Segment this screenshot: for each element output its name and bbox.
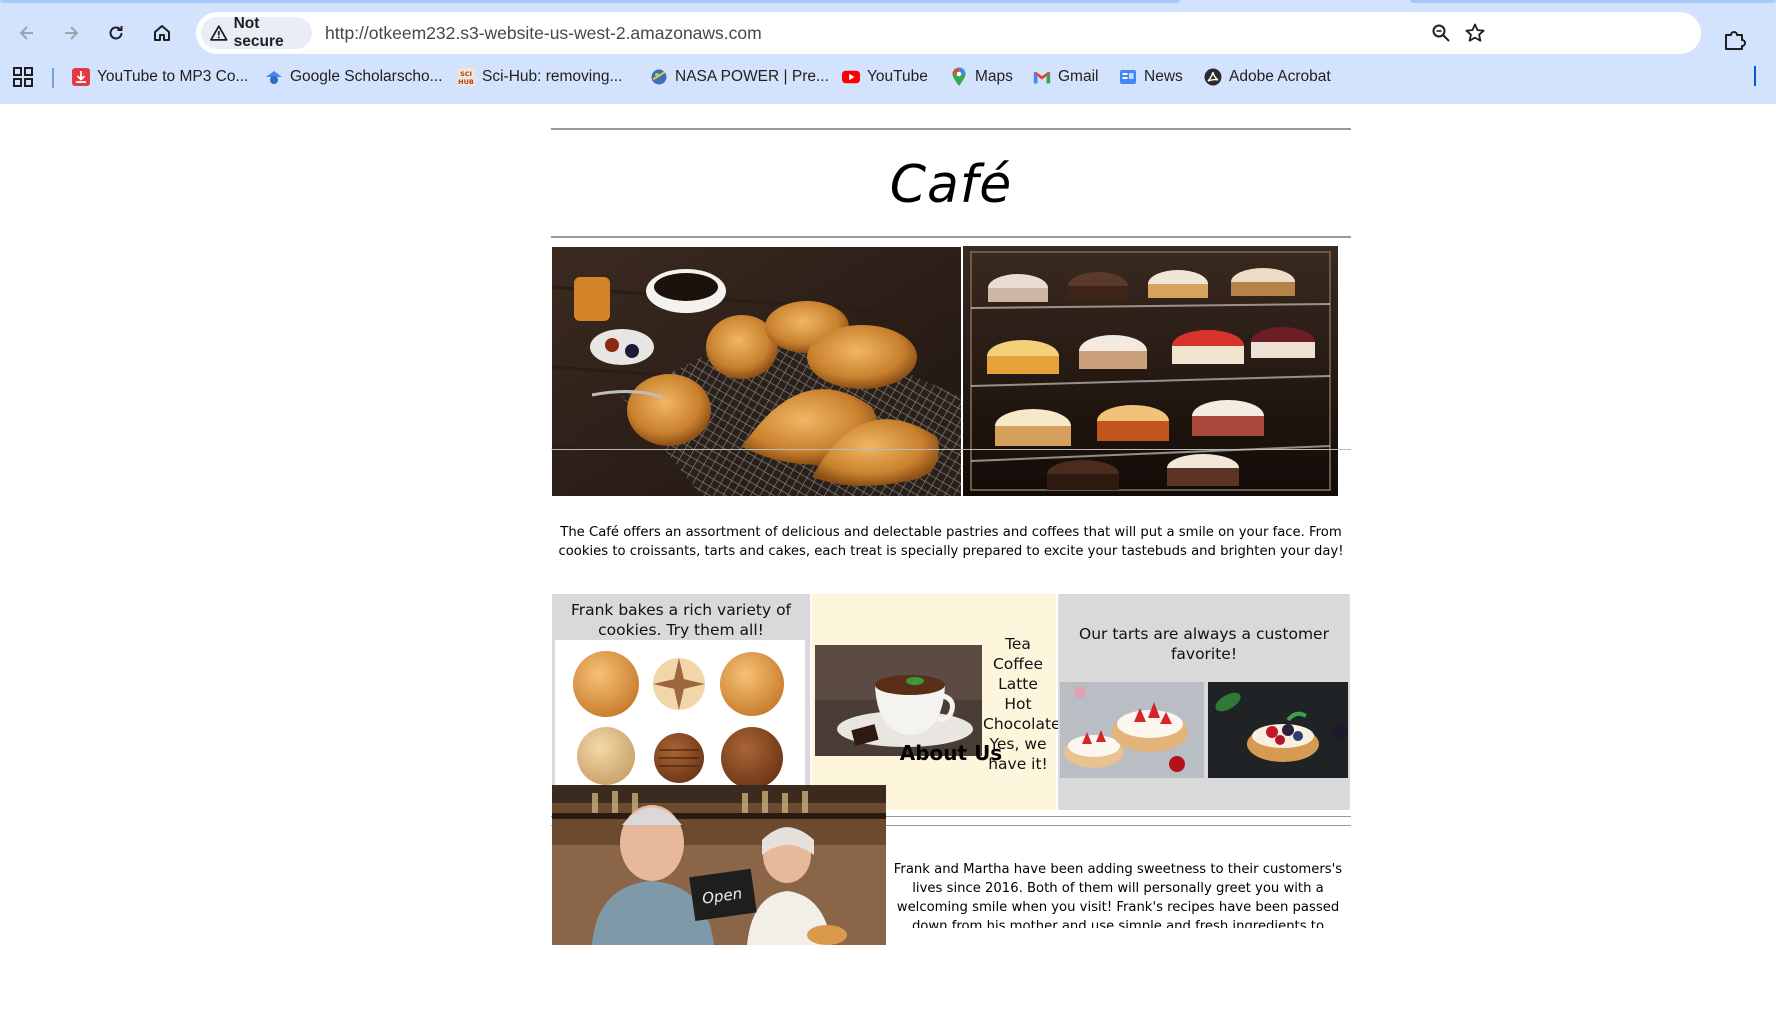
about-paragraph: Frank and Martha have been adding sweetn… — [893, 862, 1343, 928]
title-divider — [551, 236, 1351, 238]
cookies-card: Frank bakes a rich variety of cookies. T… — [552, 594, 810, 810]
drink-item: Latte — [998, 675, 1038, 693]
drink-item: Hot — [1004, 695, 1032, 713]
acrobat-icon — [1204, 68, 1222, 86]
browser-chrome: Not secure http://otkeem232.s3-website-u… — [0, 0, 1776, 104]
bookmark-youtube-to-mp3[interactable]: YouTube to MP3 Co... — [72, 59, 248, 95]
top-divider — [551, 128, 1351, 130]
bookmark-label: Gmail — [1058, 68, 1099, 85]
toolbar: Not secure http://otkeem232.s3-website-u… — [0, 11, 1776, 55]
forward-arrow-icon — [65, 26, 79, 40]
home-button[interactable] — [145, 16, 179, 50]
news-icon — [1119, 68, 1137, 86]
maps-icon — [950, 67, 968, 86]
security-label: Not secure — [233, 15, 284, 50]
reload-button[interactable] — [99, 16, 133, 50]
tarts-caption: Our tarts are always a customer favorite… — [1079, 625, 1329, 663]
scholar-icon — [265, 68, 283, 86]
home-icon — [154, 25, 170, 41]
apps-button[interactable] — [13, 67, 33, 87]
site-info-chip[interactable]: Not secure — [201, 15, 312, 50]
drink-item: Coffee — [992, 655, 1044, 673]
gmail-icon — [1033, 68, 1051, 86]
about-heading: About Us — [899, 741, 1003, 765]
web-page: Café The Café offers an assortment of de… — [0, 104, 1776, 1034]
url-text[interactable]: http://otkeem232.s3-website-us-west-2.am… — [325, 23, 762, 44]
svg-text:HUB: HUB — [458, 78, 474, 86]
apps-grid-icon — [13, 67, 33, 87]
inactive-tab-edge[interactable] — [1410, 0, 1776, 3]
bookmarks-separator — [52, 68, 54, 88]
bookmark-label: News — [1144, 68, 1183, 85]
bookmark-label: Sci-Hub: removing... — [482, 68, 623, 85]
scihub-icon: SCI HUB — [457, 68, 475, 86]
intro-paragraph: The Café offers an assortment of delicio… — [558, 525, 1344, 559]
owners-photo: Open — [552, 785, 886, 945]
page-title: Café — [889, 155, 1013, 215]
bookmark-label: YouTube — [867, 68, 928, 85]
download-icon — [72, 68, 90, 86]
back-button[interactable] — [10, 16, 44, 50]
bookmark-label: Google Scholarscho... — [290, 68, 443, 85]
bookmark-nasa-power[interactable]: NASA POWER | Pre... — [650, 59, 829, 95]
drinks-card: Tea Coffee Latte Hot Chocolate Yes, we h… — [812, 594, 1061, 810]
feature-grid: Frank bakes a rich variety of cookies. T… — [551, 593, 1351, 811]
bookmark-label: NASA POWER | Pre... — [675, 68, 829, 85]
zoom-icon — [1432, 24, 1450, 42]
star-icon — [1465, 23, 1485, 42]
bookmarks-overflow-marker — [1754, 66, 1756, 86]
nasa-icon — [650, 68, 668, 86]
bookmark-gmail[interactable]: Gmail — [1033, 59, 1098, 95]
bookmark-label: Adobe Acrobat — [1229, 68, 1331, 85]
tab-strip — [0, 0, 1776, 11]
bookmark-maps[interactable]: Maps — [950, 59, 1013, 95]
bookmark-youtube[interactable]: YouTube — [842, 59, 928, 95]
cake-display-photo — [963, 246, 1338, 496]
bookmark-google-scholar[interactable]: Google Scholarscho... — [265, 59, 443, 95]
svg-text:SCI: SCI — [460, 70, 472, 78]
drink-item: Chocolate — [983, 715, 1061, 733]
bookmark-label: Maps — [975, 68, 1013, 85]
hero-divider — [551, 449, 1351, 450]
bookmark-label: YouTube to MP3 Co... — [97, 68, 249, 85]
puzzle-icon — [1725, 31, 1746, 50]
tarts-card: Our tarts are always a customer favorite… — [1058, 594, 1350, 810]
warning-icon — [210, 25, 228, 41]
pastries-photo — [552, 247, 961, 496]
zoom-button[interactable] — [1429, 21, 1453, 45]
youtube-icon — [842, 68, 860, 86]
extensions-button[interactable] — [1722, 27, 1748, 53]
address-bar[interactable]: Not secure http://otkeem232.s3-website-u… — [196, 12, 1701, 54]
bookmarks-bar: YouTube to MP3 Co... Google Scholarscho.… — [0, 59, 1776, 95]
bookmark-star-button[interactable] — [1463, 21, 1487, 45]
bookmark-news[interactable]: News — [1119, 59, 1183, 95]
cookies-photo — [555, 640, 805, 803]
forward-button[interactable] — [54, 16, 88, 50]
cookies-caption: Frank bakes a rich variety of cookies. T… — [570, 601, 792, 639]
bookmark-scihub[interactable]: SCI HUB Sci-Hub: removing... — [457, 59, 622, 95]
active-tab-edge[interactable] — [0, 0, 1180, 3]
hot-chocolate-photo — [815, 645, 982, 756]
drink-item: Tea — [1005, 635, 1031, 653]
back-arrow-icon — [19, 26, 33, 40]
bookmark-adobe-acrobat[interactable]: Adobe Acrobat — [1204, 59, 1331, 95]
reload-icon — [109, 26, 123, 40]
